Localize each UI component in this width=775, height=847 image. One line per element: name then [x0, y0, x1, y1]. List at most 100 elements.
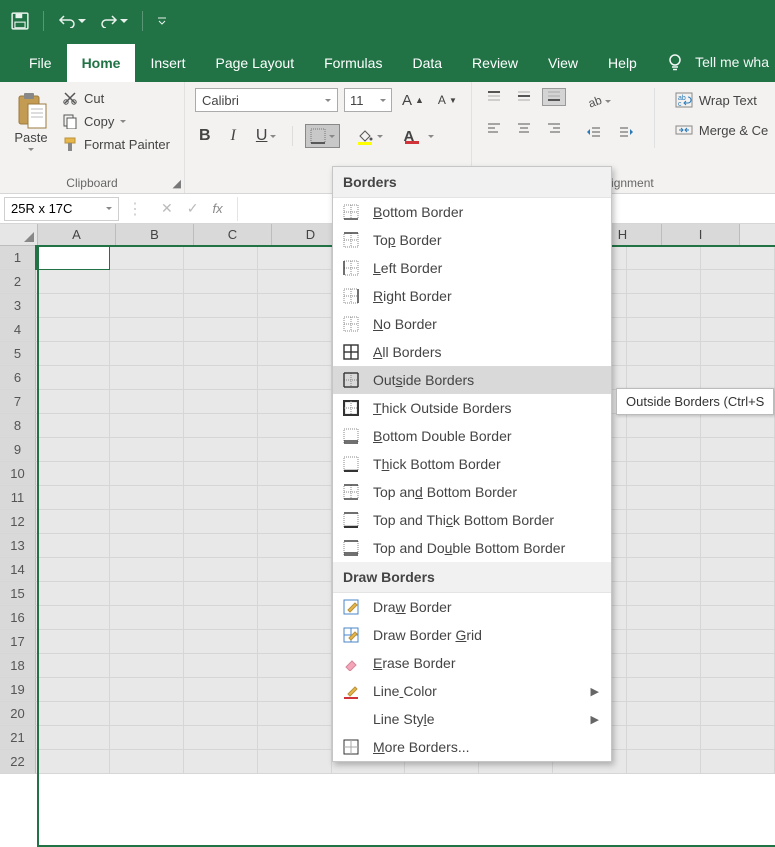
row-header[interactable]: 21 — [0, 726, 36, 750]
cell[interactable] — [258, 678, 332, 702]
align-center-button[interactable] — [512, 119, 536, 137]
align-top-button[interactable] — [482, 88, 506, 106]
orientation-button[interactable]: ab — [582, 90, 638, 112]
decrease-indent-button[interactable] — [582, 122, 606, 142]
cell[interactable] — [258, 438, 332, 462]
cell[interactable] — [258, 390, 332, 414]
cell[interactable] — [110, 534, 184, 558]
align-middle-button[interactable] — [512, 88, 536, 106]
qat-customize-button[interactable] — [154, 13, 170, 29]
cell[interactable] — [36, 678, 110, 702]
enter-formula-button[interactable]: ✓ — [187, 200, 199, 217]
cell[interactable] — [184, 630, 258, 654]
cell[interactable] — [36, 582, 110, 606]
tell-me-search[interactable]: Tell me wha — [659, 52, 775, 82]
cell[interactable] — [258, 510, 332, 534]
row-header[interactable]: 14 — [0, 558, 36, 582]
cell[interactable] — [258, 702, 332, 726]
wrap-text-button[interactable]: abc Wrap Text — [671, 90, 772, 110]
cell[interactable] — [701, 606, 775, 630]
cell[interactable] — [701, 558, 775, 582]
cell[interactable] — [36, 270, 110, 294]
cell[interactable] — [36, 318, 110, 342]
font-color-button[interactable]: A — [399, 125, 438, 148]
cell[interactable] — [184, 534, 258, 558]
cell[interactable] — [627, 246, 701, 270]
border-menu-thickb[interactable]: Thick Bottom Border — [333, 450, 611, 478]
redo-button[interactable] — [97, 11, 131, 31]
row-header[interactable]: 11 — [0, 486, 36, 510]
cell[interactable] — [184, 606, 258, 630]
cell[interactable] — [184, 654, 258, 678]
row-header[interactable]: 1 — [0, 246, 36, 270]
column-header[interactable]: A — [38, 224, 116, 245]
cell[interactable] — [701, 654, 775, 678]
cell[interactable] — [627, 702, 701, 726]
cell[interactable] — [701, 702, 775, 726]
cell[interactable] — [258, 462, 332, 486]
format-painter-button[interactable]: Format Painter — [58, 134, 174, 154]
cell[interactable] — [184, 342, 258, 366]
border-menu-draw[interactable]: Draw Border — [333, 593, 611, 621]
cell[interactable] — [627, 630, 701, 654]
row-header[interactable]: 5 — [0, 342, 36, 366]
align-left-button[interactable] — [482, 119, 506, 137]
cell[interactable] — [701, 318, 775, 342]
cell[interactable] — [701, 678, 775, 702]
cell[interactable] — [110, 270, 184, 294]
tab-file[interactable]: File — [14, 44, 67, 82]
cell[interactable] — [110, 294, 184, 318]
save-icon[interactable] — [8, 9, 32, 33]
cell[interactable] — [701, 438, 775, 462]
cut-button[interactable]: Cut — [58, 88, 174, 108]
border-menu-thick[interactable]: Thick Outside Borders — [333, 394, 611, 422]
cell[interactable] — [36, 294, 110, 318]
row-header[interactable]: 15 — [0, 582, 36, 606]
cell[interactable] — [36, 246, 110, 270]
cell[interactable] — [701, 486, 775, 510]
row-header[interactable]: 19 — [0, 678, 36, 702]
select-all-corner[interactable] — [0, 224, 38, 245]
cell[interactable] — [36, 342, 110, 366]
cell[interactable] — [627, 510, 701, 534]
tab-page-layout[interactable]: Page Layout — [200, 44, 309, 82]
cancel-formula-button[interactable]: ✕ — [161, 200, 173, 217]
font-size-selector[interactable]: 11 — [344, 88, 392, 112]
borders-button[interactable] — [305, 124, 340, 148]
cell[interactable] — [701, 342, 775, 366]
cell[interactable] — [258, 342, 332, 366]
cell[interactable] — [36, 558, 110, 582]
cell[interactable] — [110, 654, 184, 678]
row-header[interactable]: 20 — [0, 702, 36, 726]
row-header[interactable]: 7 — [0, 390, 36, 414]
cell[interactable] — [184, 750, 258, 774]
row-header[interactable]: 22 — [0, 750, 36, 774]
column-header[interactable]: B — [116, 224, 194, 245]
cell[interactable] — [184, 510, 258, 534]
tab-data[interactable]: Data — [397, 44, 457, 82]
column-header[interactable]: I — [662, 224, 740, 245]
tab-view[interactable]: View — [533, 44, 593, 82]
cell[interactable] — [627, 726, 701, 750]
fx-icon[interactable]: fx — [212, 201, 222, 216]
cell[interactable] — [110, 366, 184, 390]
underline-button[interactable]: U — [252, 124, 281, 148]
cell[interactable] — [701, 270, 775, 294]
border-menu-ttb[interactable]: Top and Thick Bottom Border — [333, 506, 611, 534]
cell[interactable] — [701, 414, 775, 438]
cell[interactable] — [627, 678, 701, 702]
border-menu-top[interactable]: Top Border — [333, 226, 611, 254]
fill-color-button[interactable] — [352, 124, 387, 148]
border-menu-tb[interactable]: Top and Bottom Border — [333, 478, 611, 506]
cell[interactable] — [184, 318, 258, 342]
cell[interactable] — [36, 606, 110, 630]
cell[interactable] — [110, 438, 184, 462]
row-header[interactable]: 2 — [0, 270, 36, 294]
cell[interactable] — [627, 606, 701, 630]
cell[interactable] — [258, 270, 332, 294]
cell[interactable] — [627, 318, 701, 342]
cell[interactable] — [110, 582, 184, 606]
cell[interactable] — [627, 462, 701, 486]
cell[interactable] — [36, 534, 110, 558]
undo-button[interactable] — [55, 11, 89, 31]
